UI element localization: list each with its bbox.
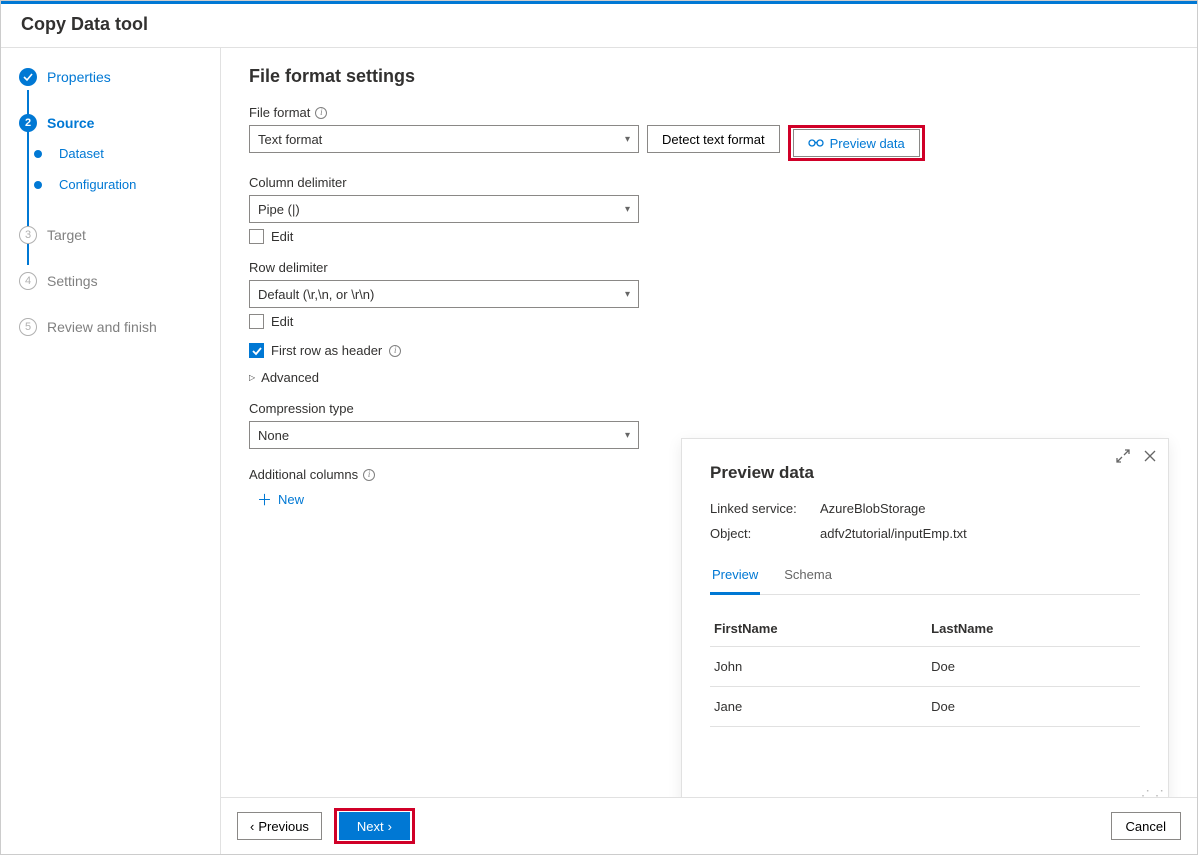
file-format-label: File format i <box>249 105 1169 120</box>
linked-service-label: Linked service: <box>710 501 820 516</box>
step-number-icon: 5 <box>19 318 37 336</box>
compression-type-dropdown[interactable]: None ▾ <box>249 421 639 449</box>
substep-label: Configuration <box>59 177 136 192</box>
preview-data-panel: Preview data Linked service: AzureBlobSt… <box>681 438 1169 804</box>
compression-type-label: Compression type <box>249 401 1169 416</box>
info-icon[interactable]: i <box>363 469 375 481</box>
first-row-header-checkbox[interactable] <box>249 343 264 358</box>
column-header-lastname: LastName <box>927 611 1140 647</box>
step-source[interactable]: 2 Source <box>19 114 210 132</box>
checkbox-label: First row as header <box>271 343 382 358</box>
detect-text-format-button[interactable]: Detect text format <box>647 125 780 153</box>
row-delimiter-dropdown[interactable]: Default (\r,\n, or \r\n) ▾ <box>249 280 639 308</box>
dropdown-value: None <box>258 428 289 443</box>
wizard-sidebar: Properties 2 Source Dataset Configuratio… <box>1 48 221 854</box>
chevron-down-icon: ▾ <box>625 289 630 300</box>
dropdown-value: Pipe (|) <box>258 202 300 217</box>
substep-dot-icon <box>34 150 42 158</box>
step-label: Source <box>47 115 94 131</box>
new-label: New <box>278 492 304 507</box>
info-icon[interactable]: i <box>315 107 327 119</box>
page-title: Copy Data tool <box>1 4 1197 48</box>
chevron-right-icon: › <box>388 819 392 834</box>
column-header-firstname: FirstName <box>710 611 927 647</box>
highlight-next-button: Next › <box>334 808 415 844</box>
label-text: Additional columns <box>249 467 358 482</box>
close-icon[interactable] <box>1144 449 1156 466</box>
preview-data-button[interactable]: Preview data <box>793 129 920 157</box>
step-label: Target <box>47 227 86 243</box>
step-number-icon: 2 <box>19 114 37 132</box>
edit-row-delim-checkbox[interactable] <box>249 314 264 329</box>
step-properties[interactable]: Properties <box>19 68 210 86</box>
preview-table: FirstName LastName John Doe Jane Doe <box>710 611 1140 727</box>
tab-schema[interactable]: Schema <box>782 559 834 594</box>
row-delimiter-label: Row delimiter <box>249 260 1169 275</box>
footer-bar: ‹ Previous Next › Cancel <box>221 797 1197 854</box>
check-icon <box>19 68 37 86</box>
button-label: Preview data <box>830 136 905 151</box>
next-button[interactable]: Next › <box>339 812 410 840</box>
preview-icon <box>808 138 824 148</box>
substep-configuration[interactable]: Configuration <box>29 177 210 192</box>
main-panel: File format settings File format i Text … <box>221 48 1197 854</box>
cell: Doe <box>927 687 1140 727</box>
preview-panel-title: Preview data <box>710 463 1140 483</box>
plus-icon: ＋ <box>257 489 272 510</box>
chevron-down-icon: ▾ <box>625 134 630 145</box>
step-settings[interactable]: 4 Settings <box>19 272 210 290</box>
step-label: Properties <box>47 69 111 85</box>
step-review[interactable]: 5 Review and finish <box>19 318 210 336</box>
chevron-down-icon: ▾ <box>625 430 630 441</box>
dropdown-value: Text format <box>258 132 322 147</box>
column-delimiter-dropdown[interactable]: Pipe (|) ▾ <box>249 195 639 223</box>
step-label: Settings <box>47 273 98 289</box>
object-label: Object: <box>710 526 820 541</box>
triangle-right-icon: ▷ <box>249 373 255 382</box>
linked-service-value: AzureBlobStorage <box>820 501 926 516</box>
chevron-down-icon: ▾ <box>625 204 630 215</box>
button-label: Previous <box>258 819 309 834</box>
cell: Doe <box>927 647 1140 687</box>
file-format-dropdown[interactable]: Text format ▾ <box>249 125 639 153</box>
step-number-icon: 4 <box>19 272 37 290</box>
edit-col-delim-checkbox[interactable] <box>249 229 264 244</box>
advanced-label: Advanced <box>261 370 319 385</box>
step-target[interactable]: 3 Target <box>19 226 210 244</box>
column-delimiter-label: Column delimiter <box>249 175 1169 190</box>
button-label: Detect text format <box>662 132 765 147</box>
checkbox-label: Edit <box>271 314 293 329</box>
info-icon[interactable]: i <box>389 345 401 357</box>
dropdown-value: Default (\r,\n, or \r\n) <box>258 287 374 302</box>
checkbox-label: Edit <box>271 229 293 244</box>
table-row: John Doe <box>710 647 1140 687</box>
advanced-toggle[interactable]: ▷ Advanced <box>249 370 1169 385</box>
button-label: Next <box>357 819 384 834</box>
highlight-preview-button: Preview data <box>788 125 925 161</box>
step-label: Review and finish <box>47 319 157 335</box>
table-row: Jane Doe <box>710 687 1140 727</box>
tab-preview[interactable]: Preview <box>710 559 760 595</box>
substep-dot-icon <box>34 181 42 189</box>
cancel-button[interactable]: Cancel <box>1111 812 1181 840</box>
substep-dataset[interactable]: Dataset <box>29 146 210 161</box>
cell: Jane <box>710 687 927 727</box>
expand-icon[interactable] <box>1116 449 1130 466</box>
object-value: adfv2tutorial/inputEmp.txt <box>820 526 967 541</box>
section-heading: File format settings <box>249 66 1169 87</box>
previous-button[interactable]: ‹ Previous <box>237 812 322 840</box>
label-text: File format <box>249 105 310 120</box>
step-number-icon: 3 <box>19 226 37 244</box>
chevron-left-icon: ‹ <box>250 819 254 834</box>
cell: John <box>710 647 927 687</box>
substep-label: Dataset <box>59 146 104 161</box>
